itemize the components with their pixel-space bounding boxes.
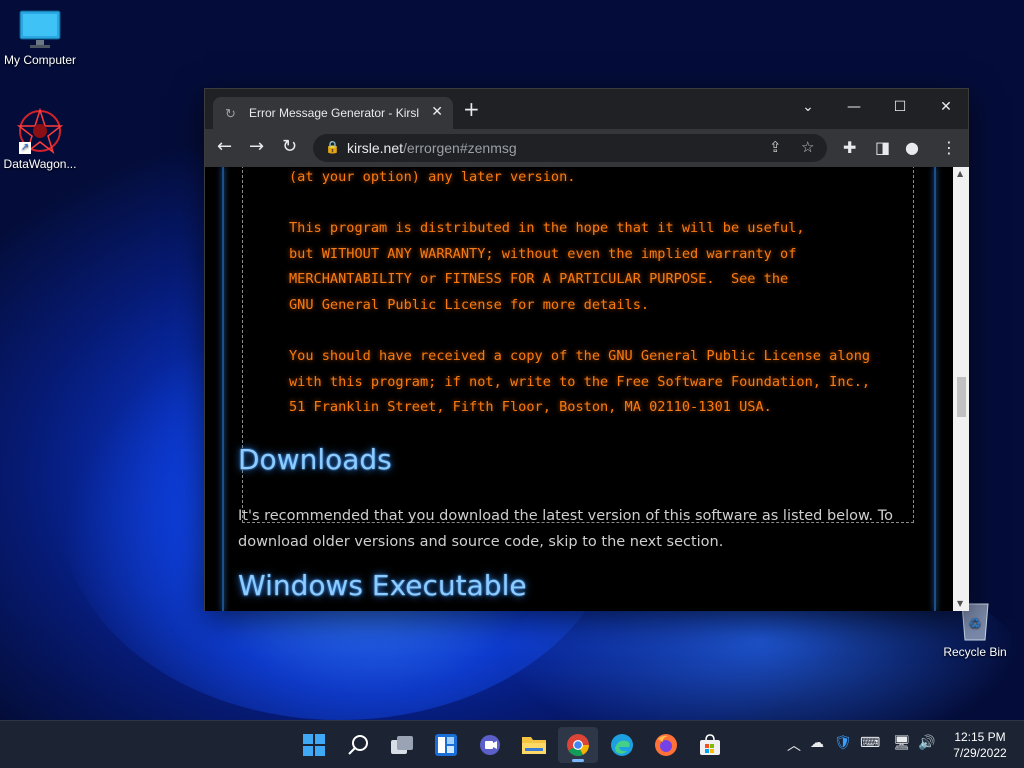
page-scrollbar[interactable]: ▲ ▼ <box>953 167 969 611</box>
browser-toolbar: ← → ↻ 🔒 kirsle.net/errorgen#zenmsg ⇪ ☆ ✚… <box>205 129 968 167</box>
search-button[interactable] <box>338 727 378 763</box>
back-arrow-icon[interactable]: ← <box>217 137 232 157</box>
right-content-border <box>934 167 936 611</box>
downloads-heading: Downloads <box>238 443 392 476</box>
firefox-icon <box>655 734 677 756</box>
address-bar[interactable]: 🔒 kirsle.net/errorgen#zenmsg ⇪ ☆ <box>313 134 827 162</box>
firefox-button[interactable] <box>646 727 686 763</box>
profile-avatar-icon[interactable]: ● <box>905 138 919 157</box>
store-button[interactable] <box>690 727 730 763</box>
search-icon <box>348 735 368 755</box>
svg-text:♻: ♻ <box>969 615 982 631</box>
url-text: kirsle.net/errorgen#zenmsg <box>347 140 517 156</box>
scrollbar-thumb[interactable] <box>957 377 966 417</box>
page-viewport: (at your option) any later version. This… <box>205 167 953 611</box>
network-icon[interactable]: 🖥 <box>893 735 911 751</box>
close-tab-icon[interactable]: ✕ <box>431 103 443 120</box>
monitor-icon <box>19 10 61 50</box>
extensions-puzzle-icon[interactable]: ✚ <box>843 138 856 157</box>
windows-logo-icon <box>303 734 325 756</box>
my-computer-icon[interactable]: My Computer <box>0 10 80 67</box>
desktop-icon-label: Recycle Bin <box>943 645 1007 659</box>
close-window-button[interactable]: ✕ <box>923 93 969 121</box>
show-hidden-icons-chevron-icon[interactable]: ︿ <box>787 735 801 755</box>
downloads-paragraph: It's recommended that you download the l… <box>238 508 893 550</box>
volume-icon[interactable]: 🔊 <box>918 735 935 751</box>
minimize-button[interactable]: — <box>831 93 877 121</box>
scroll-down-arrow-icon[interactable]: ▼ <box>957 599 963 608</box>
desktop-icon-label: My Computer <box>3 53 77 67</box>
taskbar: ︿ ☁ 🛡 ⌨ 🖥 🔊 12:15 PM 7/29/2022 <box>0 720 1024 768</box>
start-button[interactable] <box>294 727 334 763</box>
shortcut-arrow-icon: ↗ <box>19 142 31 154</box>
scroll-up-arrow-icon[interactable]: ▲ <box>957 169 963 178</box>
reload-icon[interactable]: ↻ <box>282 137 297 157</box>
store-bag-icon <box>700 734 720 755</box>
tab-search-chevron-icon[interactable]: ⌄ <box>785 93 831 121</box>
left-content-border <box>222 167 224 611</box>
tab-error-message-generator[interactable]: ↻ Error Message Generator - Kirsle ✕ <box>213 97 453 129</box>
chrome-taskbar-button[interactable] <box>558 727 598 763</box>
url-host: kirsle.net <box>347 140 404 156</box>
chat-icon <box>480 735 500 755</box>
datawagon-shortcut-icon[interactable]: ↗ DataWagon... <box>0 107 80 171</box>
windows-executable-heading: Windows Executable <box>238 569 527 602</box>
task-view-button[interactable] <box>382 727 422 763</box>
maximize-button[interactable]: ☐ <box>877 93 923 121</box>
security-shield-icon[interactable]: 🛡 <box>834 735 852 751</box>
system-clock[interactable]: 12:15 PM 7/29/2022 <box>946 729 1014 761</box>
browser-window: ↻ Error Message Generator - Kirsle ✕ + ⌄… <box>204 88 969 611</box>
chrome-icon <box>567 734 589 756</box>
file-explorer-button[interactable] <box>514 727 554 763</box>
menu-kebab-icon[interactable]: ⋮ <box>941 138 957 157</box>
widgets-button[interactable] <box>426 727 466 763</box>
tab-strip: ↻ Error Message Generator - Kirsle ✕ + ⌄… <box>205 89 968 129</box>
tab-title: Error Message Generator - Kirsle <box>249 106 419 120</box>
url-path: /errorgen#zenmsg <box>403 140 517 156</box>
lock-icon: 🔒 <box>325 140 340 154</box>
edge-icon <box>611 734 633 756</box>
keyboard-icon[interactable]: ⌨ <box>860 735 880 751</box>
loading-spinner-icon: ↻ <box>225 106 236 121</box>
widgets-icon <box>435 734 457 756</box>
task-view-icon <box>391 736 413 754</box>
clock-time: 12:15 PM <box>954 730 1006 744</box>
onedrive-cloud-icon[interactable]: ☁ <box>810 735 824 751</box>
folder-icon <box>522 737 546 754</box>
side-panel-icon[interactable]: ◨ <box>875 138 890 157</box>
teams-chat-button[interactable] <box>470 727 510 763</box>
share-icon[interactable]: ⇪ <box>769 138 782 156</box>
bookmark-star-icon[interactable]: ☆ <box>801 138 814 156</box>
license-text: (at your option) any later version. This… <box>289 169 871 416</box>
edge-button[interactable] <box>602 727 642 763</box>
forward-arrow-icon[interactable]: → <box>249 137 264 157</box>
clock-date: 7/29/2022 <box>953 746 1007 760</box>
new-tab-button[interactable]: + <box>463 99 480 119</box>
desktop-icon-label: DataWagon... <box>3 157 77 171</box>
datawagon-logo-icon: ↗ <box>16 107 64 155</box>
